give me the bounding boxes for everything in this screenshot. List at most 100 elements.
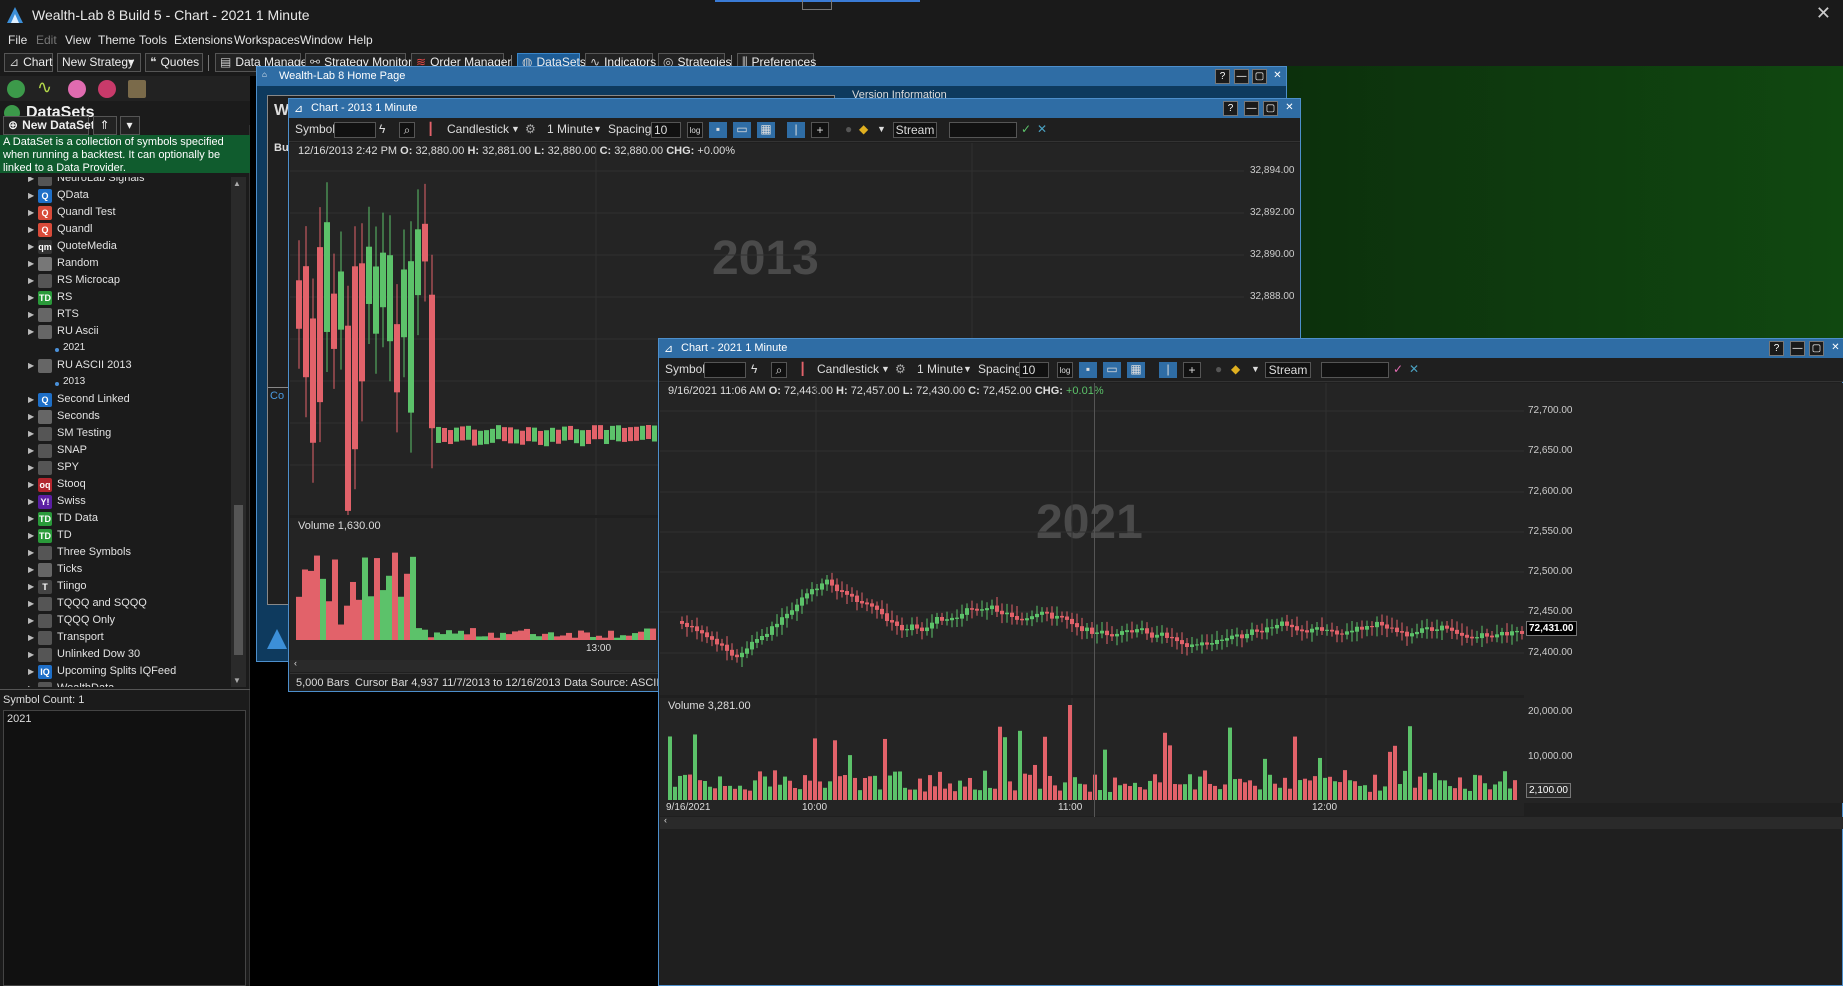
- menu-file[interactable]: File: [8, 33, 27, 47]
- tree-item[interactable]: ▶ RTS: [0, 307, 232, 324]
- chart-button[interactable]: ⊿ Chart: [4, 53, 53, 72]
- expand-arrow-icon[interactable]: ▶: [28, 463, 34, 472]
- binance-icon[interactable]: ◆: [1231, 362, 1240, 378]
- scale-select[interactable]: 1 Minute: [917, 362, 963, 378]
- stream-button[interactable]: Stream: [893, 122, 937, 138]
- strategies-tab-icon[interactable]: [68, 80, 86, 98]
- help-button[interactable]: ?: [1215, 69, 1230, 84]
- home-window-titlebar[interactable]: ⌂ Wealth-Lab 8 Home Page ? — ▢ ✕: [257, 67, 1286, 86]
- tree-item[interactable]: ▶ Three Symbols: [0, 545, 232, 562]
- strategy-select[interactable]: New Strategy ▼: [57, 53, 141, 72]
- collapse-all-button[interactable]: ⇑: [93, 116, 117, 135]
- chart-2021-volume-pane[interactable]: Volume 3,281.00: [660, 698, 1524, 800]
- expand-arrow-icon[interactable]: ▶: [28, 650, 34, 659]
- crosshair-icon[interactable]: +: [1183, 362, 1201, 378]
- x-icon[interactable]: ✕: [1037, 122, 1047, 138]
- chevron-down-icon[interactable]: ▼: [963, 362, 972, 378]
- help-button[interactable]: ?: [1769, 341, 1784, 356]
- chart-2013-titlebar[interactable]: ⊿ Chart - 2013 1 Minute ? — ▢ ✕: [289, 99, 1300, 118]
- menu-extensions[interactable]: Extensions: [174, 33, 233, 47]
- expand-arrow-icon[interactable]: ▶: [28, 497, 34, 506]
- circle-icon[interactable]: ●: [1215, 362, 1222, 378]
- chart-style-select[interactable]: Candlestick: [447, 122, 509, 138]
- expand-arrow-icon[interactable]: ▶: [28, 225, 34, 234]
- menu-workspaces[interactable]: Workspaces: [234, 33, 300, 47]
- menu-view[interactable]: View: [65, 33, 91, 47]
- tree-item[interactable]: ▶ TD RS: [0, 290, 232, 307]
- tree-item[interactable]: ▶ TD TD Data: [0, 511, 232, 528]
- symbols-textbox[interactable]: 2021: [3, 710, 246, 986]
- expand-arrow-icon[interactable]: ▶: [28, 599, 34, 608]
- x-icon[interactable]: ✕: [1409, 362, 1419, 378]
- expand-arrow-icon[interactable]: ▶: [28, 259, 34, 268]
- tree-item[interactable]: ▶ Q Quandl Test: [0, 205, 232, 222]
- strategy-combo[interactable]: [949, 122, 1017, 138]
- scroll-down-icon[interactable]: ▼: [233, 676, 241, 685]
- expand-arrow-icon[interactable]: ▶: [28, 177, 34, 183]
- options-button[interactable]: ▾: [120, 116, 140, 135]
- circle-icon[interactable]: ●: [845, 122, 852, 138]
- splitter[interactable]: [0, 689, 250, 690]
- tree-item[interactable]: ▶ TQQQ and SQQQ: [0, 596, 232, 613]
- chart-2021-titlebar[interactable]: ⊿ Chart - 2021 1 Minute ? — ▢ ✕: [659, 339, 1843, 358]
- strategy-combo[interactable]: [1321, 362, 1389, 378]
- tree-item[interactable]: ▶ Random: [0, 256, 232, 273]
- minimize-button[interactable]: —: [1234, 69, 1249, 84]
- tree-item[interactable]: ▶ Unlinked Dow 30: [0, 647, 232, 664]
- expand-arrow-icon[interactable]: ▶: [28, 667, 34, 676]
- close-button[interactable]: ✕: [1270, 69, 1285, 84]
- chevron-down-icon[interactable]: ▼: [881, 362, 890, 378]
- chevron-down-icon[interactable]: ▼: [593, 122, 602, 138]
- datasets-tab-icon[interactable]: [7, 80, 25, 98]
- chart-2021-price-pane[interactable]: 9/16/2021 11:06 AM O: 72,443.00 H: 72,45…: [660, 383, 1524, 695]
- crosshair-icon[interactable]: +: [811, 122, 829, 138]
- expand-arrow-icon[interactable]: ▶: [28, 565, 34, 574]
- tree-item[interactable]: ▶ T Tiingo: [0, 579, 232, 596]
- expand-arrow-icon[interactable]: ▶: [28, 361, 34, 370]
- tree-item[interactable]: ▶ qm QuoteMedia: [0, 239, 232, 256]
- scroll-up-icon[interactable]: ▲: [233, 179, 241, 188]
- tree-item[interactable]: ▶ RU Ascii: [0, 324, 232, 341]
- cursor-line-icon[interactable]: |: [1159, 362, 1177, 378]
- library-tab-icon[interactable]: [128, 80, 146, 98]
- tree-item[interactable]: ▶ Seconds: [0, 409, 232, 426]
- symbol-input[interactable]: [704, 362, 746, 378]
- expand-arrow-icon[interactable]: ▶: [28, 191, 34, 200]
- pane-icon[interactable]: ▪: [709, 122, 727, 138]
- maximize-button[interactable]: ▢: [1809, 341, 1824, 356]
- menu-tools[interactable]: Tools: [139, 33, 167, 47]
- expand-arrow-icon[interactable]: ▶: [28, 327, 34, 336]
- expand-arrow-icon[interactable]: ▶: [28, 293, 34, 302]
- tree-subitem[interactable]: 2013: [0, 375, 232, 392]
- expand-arrow-icon[interactable]: ▶: [28, 208, 34, 217]
- link-icon[interactable]: ⌕: [399, 122, 415, 138]
- tree-item[interactable]: ▶ NeuroLab Signals: [0, 177, 232, 188]
- log-icon[interactable]: log: [1057, 362, 1073, 378]
- expand-arrow-icon[interactable]: ▶: [28, 616, 34, 625]
- tree-item[interactable]: ▶ Q Second Linked: [0, 392, 232, 409]
- tree-item[interactable]: ▶ Y! Swiss: [0, 494, 232, 511]
- tree-item[interactable]: ▶ Q Quandl: [0, 222, 232, 239]
- expand-arrow-icon[interactable]: ▶: [28, 395, 34, 404]
- gear-icon[interactable]: ⚙: [895, 362, 906, 378]
- expand-arrow-icon[interactable]: ▶: [28, 582, 34, 591]
- close-button[interactable]: ✕: [1828, 341, 1843, 356]
- expand-arrow-icon[interactable]: ▶: [28, 531, 34, 540]
- quotes-button[interactable]: ❝ Quotes: [145, 53, 203, 72]
- tree-item[interactable]: ▶ Q QData: [0, 188, 232, 205]
- minimize-button[interactable]: —: [1244, 101, 1259, 116]
- tree-item[interactable]: ▶ IQ Upcoming Splits IQFeed: [0, 664, 232, 681]
- tree-item[interactable]: ▶ Transport: [0, 630, 232, 647]
- panel-icon[interactable]: ▭: [733, 122, 751, 138]
- tree-item[interactable]: ▶ SM Testing: [0, 426, 232, 443]
- lightning-icon[interactable]: ϟ: [751, 362, 757, 378]
- chart-style-select[interactable]: Candlestick: [817, 362, 879, 378]
- app-close-button[interactable]: ✕: [1816, 3, 1831, 24]
- maximize-button[interactable]: ▢: [1263, 101, 1278, 116]
- handle-icon[interactable]: [802, 0, 832, 10]
- binance-icon[interactable]: ◆: [859, 122, 868, 138]
- link-icon[interactable]: ⌕: [771, 362, 787, 378]
- calendar-icon[interactable]: ▦: [1127, 362, 1145, 378]
- symbol-input[interactable]: [334, 122, 376, 138]
- stream-button[interactable]: Stream: [1265, 362, 1311, 378]
